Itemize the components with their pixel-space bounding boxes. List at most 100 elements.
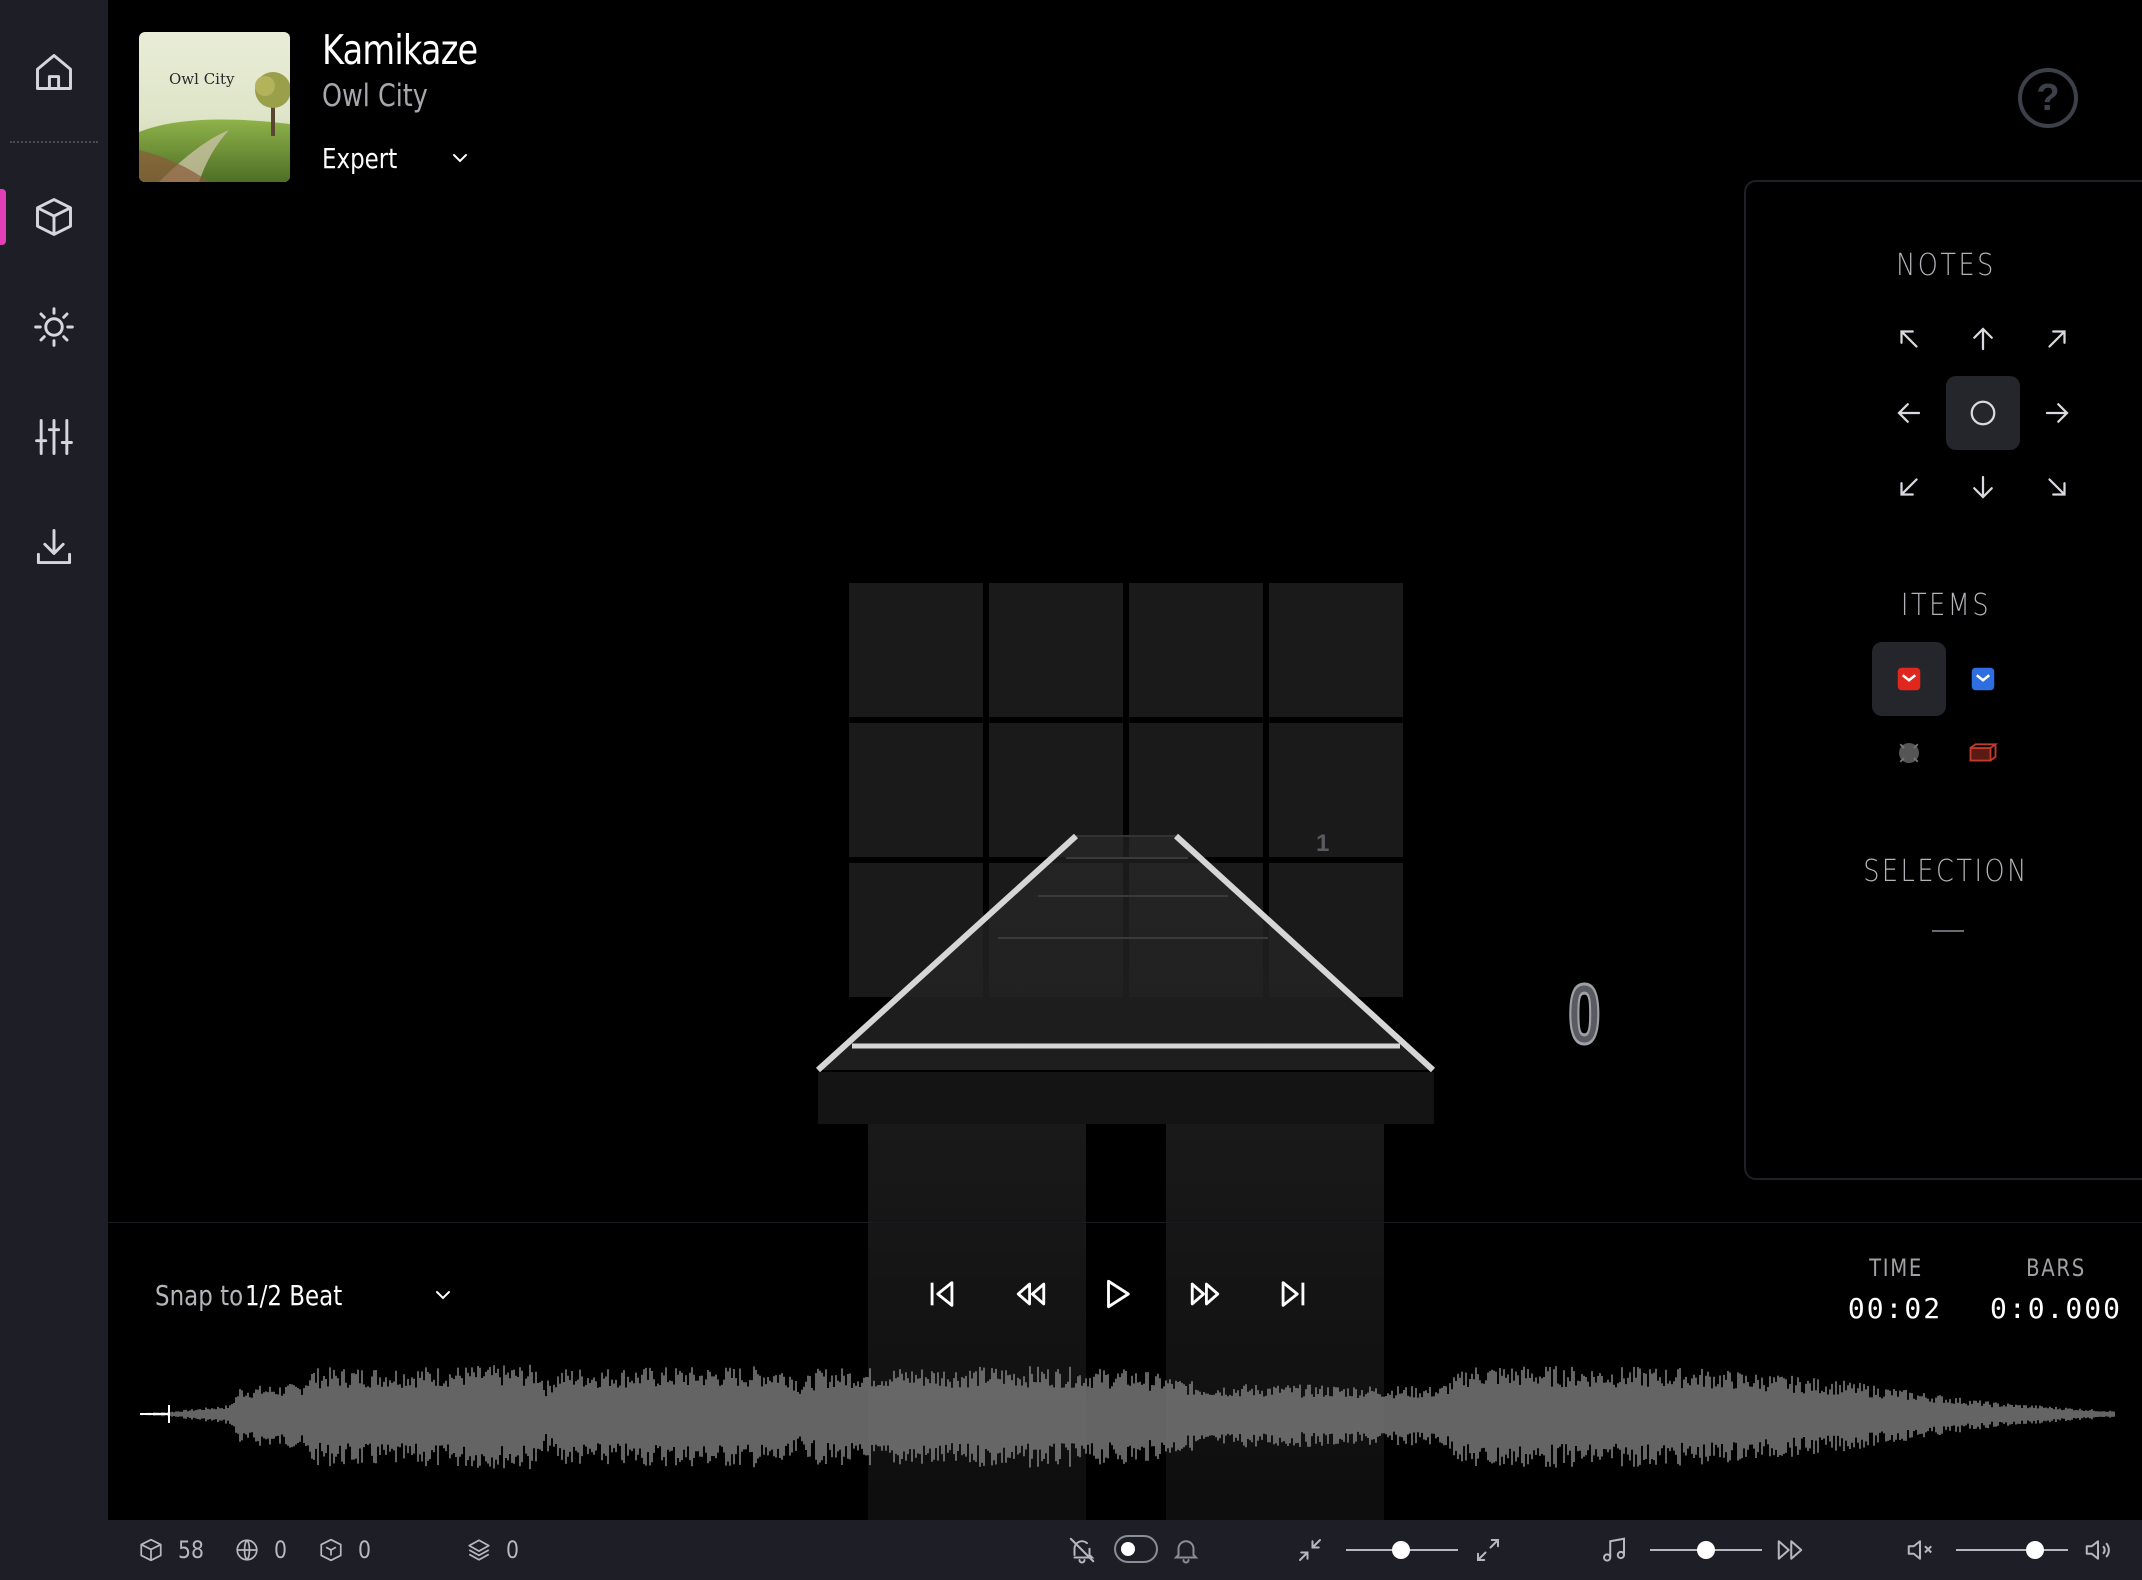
bell-off-icon: [1069, 1537, 1095, 1564]
items-heading: ITEMS: [1900, 588, 1992, 623]
fast-forward-icon: [1777, 1540, 1803, 1560]
sidebar: [0, 0, 108, 1580]
note-direction-down-left[interactable]: [1872, 450, 1946, 524]
playback-speed-slider[interactable]: [1650, 1541, 1762, 1559]
beat-marker: 1: [1316, 830, 1330, 857]
playhead[interactable]: [140, 1413, 170, 1415]
playhead-marker: [168, 1405, 170, 1423]
obstacle-icon: [1969, 743, 1998, 762]
layers-count-stat: 0: [466, 1520, 521, 1580]
zoom-in-button[interactable]: [1472, 1534, 1504, 1566]
toggle-knob: [1121, 1542, 1135, 1556]
music-note-icon: [1603, 1537, 1625, 1562]
sidebar-item-home[interactable]: [0, 30, 108, 114]
layers-count: 0: [506, 1536, 519, 1564]
volume-up-icon: [2085, 1540, 2110, 1560]
snap-value: 1/2 Beat: [245, 1278, 343, 1312]
item-red-block[interactable]: [1872, 642, 1946, 716]
notes-count-stat: 58: [138, 1520, 209, 1580]
selection-heading: SELECTION: [1863, 854, 2029, 889]
obstacles-count: 0: [358, 1536, 371, 1564]
arrow-left-icon: [1897, 403, 1921, 423]
item-bomb[interactable]: [1872, 716, 1946, 790]
note-direction-down[interactable]: [1946, 450, 2020, 524]
help-button[interactable]: ?: [2018, 68, 2078, 128]
bell-button[interactable]: [1170, 1534, 1202, 1566]
music-note-button[interactable]: [1598, 1534, 1630, 1566]
snap-to-dropdown[interactable]: Snap to 1/2 Beat: [155, 1275, 455, 1315]
sliders-icon: [35, 419, 73, 455]
rewind-button[interactable]: [1005, 1268, 1057, 1320]
globe-count: 0: [274, 1536, 287, 1564]
note-direction-up[interactable]: [1946, 302, 2020, 376]
cube-icon: [36, 198, 72, 236]
snap-label: Snap to: [155, 1278, 244, 1312]
item-blue-block[interactable]: [1946, 642, 2020, 716]
bell-icon: [1173, 1540, 1199, 1564]
arrow-down-right-icon: [2048, 478, 2066, 496]
editor-stage[interactable]: 1 0: [108, 0, 1744, 1520]
arrow-up-icon: [1973, 327, 1993, 351]
arrow-down-icon: [1973, 475, 1993, 499]
volume-mute-icon: [1907, 1540, 1932, 1560]
fast-forward-button[interactable]: [1179, 1268, 1231, 1320]
sidebar-item-settings[interactable]: [0, 395, 108, 479]
rewind-icon: [1016, 1282, 1046, 1306]
volume-slider[interactable]: [1956, 1541, 2068, 1559]
arrow-up-right-icon: [2048, 330, 2066, 348]
skip-to-start-button[interactable]: [916, 1268, 968, 1320]
note-direction-any[interactable]: [1946, 376, 2020, 450]
skip-forward-icon: [1281, 1281, 1305, 1307]
note-direction-right[interactable]: [2020, 376, 2094, 450]
sidebar-item-lighting[interactable]: [0, 285, 108, 369]
cube-icon: [140, 1538, 162, 1562]
arrow-right-icon: [2045, 403, 2069, 423]
skip-to-end-button[interactable]: [1267, 1268, 1319, 1320]
question-icon: ?: [2036, 76, 2060, 119]
item-obstacle[interactable]: [1946, 716, 2020, 790]
timeline-divider: [108, 1222, 2142, 1223]
note-direction-up-left[interactable]: [1872, 302, 1946, 376]
mute-button[interactable]: [1904, 1534, 1936, 1566]
layers-icon: [468, 1539, 490, 1561]
sidebar-item-notes[interactable]: [0, 175, 108, 259]
bars-label: BARS: [2026, 1254, 2086, 1282]
globe-icon: [236, 1539, 258, 1561]
fast-forward-icon: [1190, 1282, 1220, 1306]
volume-slider-knob[interactable]: [2026, 1541, 2044, 1559]
notes-count: 58: [178, 1536, 204, 1564]
note-direction-left[interactable]: [1872, 376, 1946, 450]
fast-forward-speed-button[interactable]: [1774, 1534, 1806, 1566]
playback-speed-knob[interactable]: [1697, 1541, 1715, 1559]
globe-count-stat: 0: [234, 1520, 289, 1580]
home-icon: [36, 54, 72, 90]
minimize-icon: [1299, 1539, 1321, 1561]
zoom-out-button[interactable]: [1294, 1534, 1326, 1566]
play-button[interactable]: [1091, 1268, 1143, 1320]
tools-panel: NOTES ITEMS SELECTION: [1744, 180, 2142, 1180]
zoom-slider[interactable]: [1346, 1541, 1458, 1559]
sidebar-item-download[interactable]: [0, 505, 108, 589]
sun-icon: [34, 307, 74, 347]
note-direction-up-right[interactable]: [2020, 302, 2094, 376]
arrow-down-left-icon: [1900, 478, 1918, 496]
waveform-path: [140, 1364, 2115, 1470]
maximize-icon: [1477, 1539, 1499, 1561]
metronome-toggle[interactable]: [1114, 1535, 1158, 1563]
skip-back-icon: [930, 1281, 954, 1307]
red-block-icon: [1897, 667, 1921, 691]
download-icon: [36, 529, 72, 565]
obstacle-icon: [320, 1538, 342, 1562]
chevron-down-icon: [436, 1291, 450, 1300]
current-beat-number: 0: [1567, 966, 1602, 1063]
audio-waveform[interactable]: [140, 1352, 2115, 1487]
bars-value: 0:0.000: [1989, 1292, 2122, 1325]
zoom-slider-knob[interactable]: [1392, 1541, 1410, 1559]
play-icon: [1107, 1279, 1130, 1309]
status-bar: 58 0 0 0: [108, 1520, 2142, 1580]
bell-off-button[interactable]: [1066, 1534, 1098, 1566]
volume-max-button[interactable]: [2082, 1534, 2114, 1566]
time-label: TIME: [1869, 1254, 1923, 1282]
note-direction-down-right[interactable]: [2020, 450, 2094, 524]
obstacles-count-stat: 0: [318, 1520, 373, 1580]
